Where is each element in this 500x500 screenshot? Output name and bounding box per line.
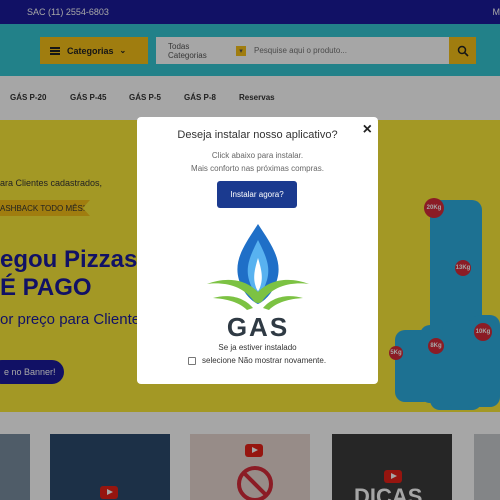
- dont-show-checkbox[interactable]: [188, 356, 196, 365]
- dont-show-label: selecione Não mostrar novamente.: [202, 356, 327, 365]
- modal-subtitle-2: Mais conforto nas próximas compras.: [191, 164, 324, 173]
- install-app-modal: × Deseja instalar nosso aplicativo? Clic…: [137, 117, 378, 384]
- gas-logo: GAS: [203, 222, 313, 342]
- modal-title: Deseja instalar nosso aplicativo?: [177, 129, 338, 141]
- installed-note: Se ja estiver instalado: [218, 343, 297, 352]
- install-button[interactable]: Instalar agora?: [217, 181, 297, 208]
- logo-text: GAS: [226, 312, 290, 342]
- dont-show-option[interactable]: selecione Não mostrar novamente.: [188, 356, 326, 365]
- modal-subtitle-1: Click abaixo para instalar.: [211, 151, 304, 160]
